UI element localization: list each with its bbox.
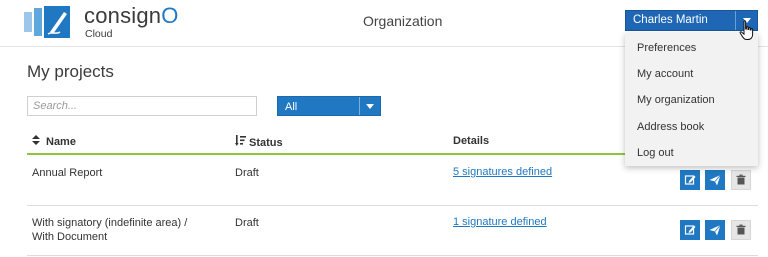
filter-selected-value: All: [285, 101, 298, 113]
column-header-details: Details: [453, 135, 489, 147]
user-dropdown-menu: Preferences My account My organization A…: [625, 33, 758, 166]
send-button[interactable]: [705, 170, 725, 190]
column-header-label: Details: [453, 135, 490, 147]
column-header-label: Status: [249, 137, 283, 149]
menu-item-preferences[interactable]: Preferences: [637, 42, 696, 54]
column-header-name[interactable]: Name: [32, 135, 76, 148]
sort-desc-icon: [235, 135, 246, 149]
menu-item-my-organization[interactable]: My organization: [637, 94, 715, 106]
trash-icon: [736, 224, 746, 235]
delete-button[interactable]: [731, 220, 751, 240]
menu-item-address-book[interactable]: Address book: [637, 121, 704, 133]
project-name: With signatory (indefinite area) / With …: [32, 217, 188, 243]
column-header-label: Name: [46, 136, 76, 148]
status-filter-select[interactable]: All: [277, 96, 381, 116]
project-status: Draft: [235, 167, 259, 179]
row-divider: [27, 205, 758, 206]
project-status: Draft: [235, 217, 259, 229]
send-icon: [709, 224, 721, 236]
page-context-title: Organization: [363, 13, 443, 29]
logo-icon: [24, 6, 70, 38]
edit-button[interactable]: [680, 170, 700, 190]
column-header-status[interactable]: Status: [235, 135, 283, 149]
send-icon: [709, 174, 721, 186]
project-name: Annual Report: [32, 167, 103, 179]
filter-toggle[interactable]: [359, 97, 380, 115]
menu-item-my-account[interactable]: My account: [637, 68, 693, 80]
send-button[interactable]: [705, 220, 725, 240]
sort-icon: [32, 135, 42, 148]
row-divider: [27, 255, 758, 256]
edit-icon: [684, 175, 696, 185]
logo-subtitle: Cloud: [85, 28, 113, 40]
project-details-link[interactable]: 1 signature defined: [453, 216, 547, 228]
user-name: Charles Martin: [633, 14, 708, 26]
logo-name: consignO: [84, 3, 179, 28]
trash-icon: [736, 174, 746, 185]
logo[interactable]: consignO Cloud: [84, 3, 179, 41]
delete-button[interactable]: [731, 170, 751, 190]
chevron-down-icon: [366, 104, 374, 109]
menu-item-log-out[interactable]: Log out: [637, 147, 674, 159]
project-details-link[interactable]: 5 signatures defined: [453, 166, 552, 178]
page-title: My projects: [27, 62, 114, 81]
edit-icon: [684, 225, 696, 235]
edit-button[interactable]: [680, 220, 700, 240]
search-input[interactable]: [27, 96, 257, 116]
hand-cursor-icon: [739, 20, 754, 40]
